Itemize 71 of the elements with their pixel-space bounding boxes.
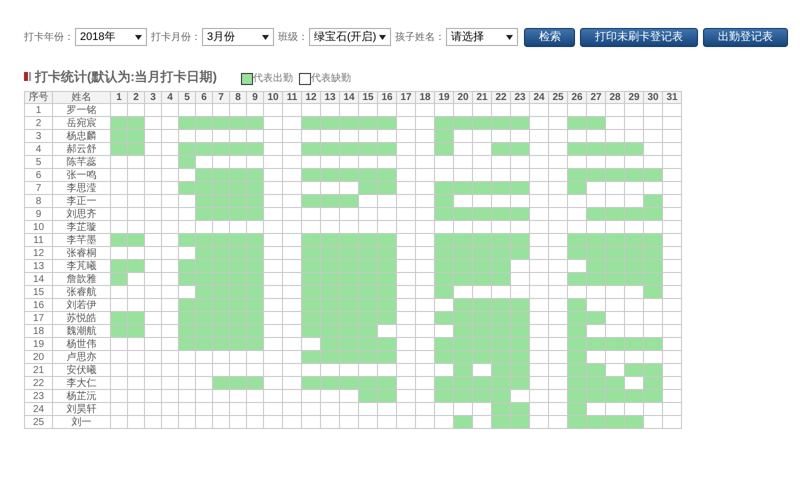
select-field[interactable]: 绿宝石(开启) [309,28,391,46]
row-number: 7 [24,182,52,194]
filter-label: 打卡年份： [24,30,74,44]
row-number: 19 [24,338,52,350]
student-name: 刘若伊 [52,298,110,312]
student-name: 郝云舒 [52,142,110,156]
row-number: 25 [24,416,52,428]
student-name: 刘一 [52,416,110,428]
student-name: 李正一 [52,194,110,208]
row-number: 1 [24,104,52,116]
select-field[interactable]: 3月份 [202,28,274,46]
row-number: 2 [24,116,52,130]
row-number: 18 [24,324,52,338]
student-name: 张睿航 [52,286,110,298]
student-name: 罗一铭 [52,104,110,116]
row-number: 20 [24,350,52,364]
row-number: 4 [24,142,52,156]
student-name: 张一鸣 [52,168,110,182]
dropdown-caret-icon [135,34,142,40]
dropdown-caret-icon [506,34,513,40]
filter-label: 打卡月份： [151,30,201,44]
column-header: 序号 [24,92,52,104]
row-number: 15 [24,286,52,298]
row-number: 6 [24,168,52,182]
row-number: 10 [24,220,52,234]
row-number: 16 [24,298,52,312]
row-number: 11 [24,234,52,246]
row-number: 17 [24,312,52,324]
student-name: 魏潮航 [52,324,110,338]
student-name: 陈芊蕊 [52,156,110,168]
student-name: 詹歆雅 [52,272,110,286]
action-button[interactable]: 打印未刷卡登记表 [580,28,698,46]
student-name: 刘思齐 [52,208,110,220]
dropdown-caret-icon [379,34,386,40]
row-number: 12 [24,246,52,260]
column-header: 姓名 [52,92,110,104]
select-field[interactable]: 2018年 [75,28,147,46]
student-name: 李大仁 [52,376,110,390]
student-name: 张睿桐 [52,246,110,260]
legend-label: 代表缺勤 [311,72,351,86]
student-name: 杨世伟 [52,338,110,350]
student-name: 杨忠麟 [52,130,110,142]
student-name: 李芷璇 [52,220,110,234]
row-number: 22 [24,376,52,390]
student-name: 苏悦皓 [52,312,110,324]
student-name: 卢思亦 [52,350,110,364]
row-number: 23 [24,390,52,402]
student-name: 李思滢 [52,182,110,194]
row-number: 8 [24,194,52,208]
student-name: 李芊墨 [52,234,110,246]
student-name: 李芃曦 [52,260,110,272]
student-name: 杨芷沅 [52,390,110,402]
row-number: 9 [24,208,52,220]
row-number: 14 [24,272,52,286]
legend-label: 代表出勤 [253,72,293,86]
filter-label: 孩子姓名： [395,30,445,44]
section-marker-icon [24,72,31,81]
row-number: 13 [24,260,52,272]
action-button[interactable]: 出勤登记表 [703,28,788,46]
section-title: 打卡统计(默认为:当月打卡日期) [35,68,217,86]
filter-label: 班级： [278,30,308,44]
row-number: 24 [24,402,52,416]
row-number: 21 [24,364,52,376]
student-name: 安伏曦 [52,364,110,376]
dropdown-caret-icon [262,34,269,40]
row-number: 5 [24,156,52,168]
student-name: 刘昊轩 [52,402,110,416]
action-button[interactable]: 检索 [524,28,575,46]
select-field[interactable]: 请选择 [446,28,518,46]
row-number: 3 [24,130,52,142]
student-name: 岳宛宸 [52,116,110,130]
